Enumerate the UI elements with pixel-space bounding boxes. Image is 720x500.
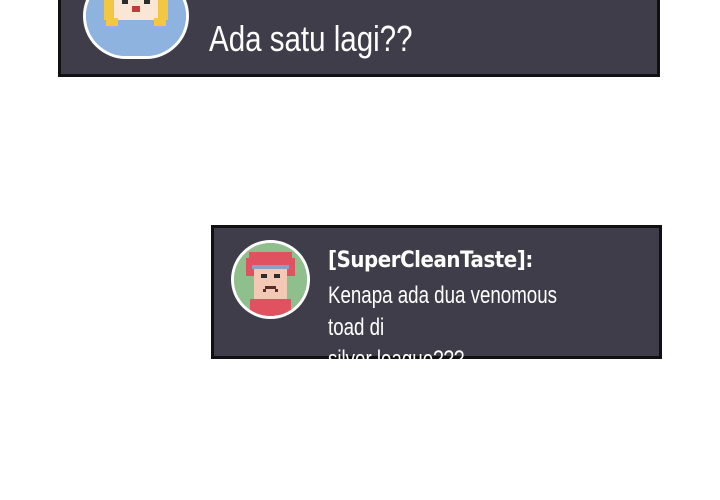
message-text: Ada satu lagi??	[209, 18, 413, 59]
chat-message-box: Ada satu lagi??	[58, 0, 660, 77]
pixel-red-hair-character-icon	[234, 243, 307, 316]
message-text: Kenapa ada dua venomous toad di silver l…	[328, 282, 557, 373]
avatar	[231, 240, 310, 319]
chat-message-box: [SuperCleanTaste]: Kenapa ada dua venomo…	[211, 225, 662, 373]
avatar	[83, 0, 189, 59]
username: [SuperCleanTaste]:	[328, 248, 533, 273]
pixel-blonde-character-icon	[86, 0, 186, 56]
